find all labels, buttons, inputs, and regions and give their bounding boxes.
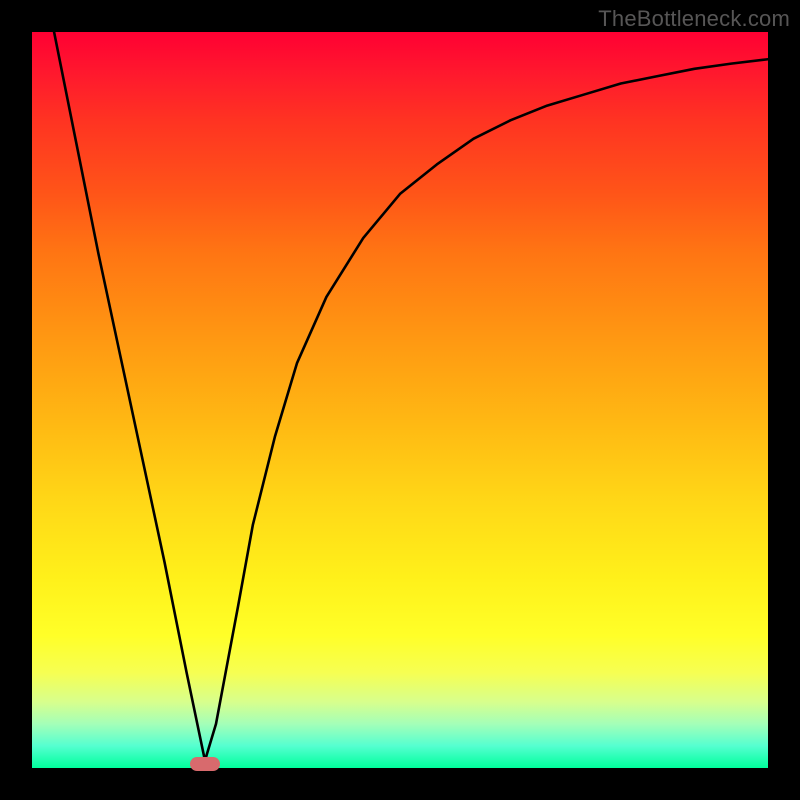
curve-svg xyxy=(32,32,768,768)
watermark-text: TheBottleneck.com xyxy=(598,6,790,32)
minimum-marker xyxy=(190,757,220,771)
mismatch-curve xyxy=(54,32,768,761)
plot-area xyxy=(32,32,768,768)
chart-frame: TheBottleneck.com xyxy=(0,0,800,800)
